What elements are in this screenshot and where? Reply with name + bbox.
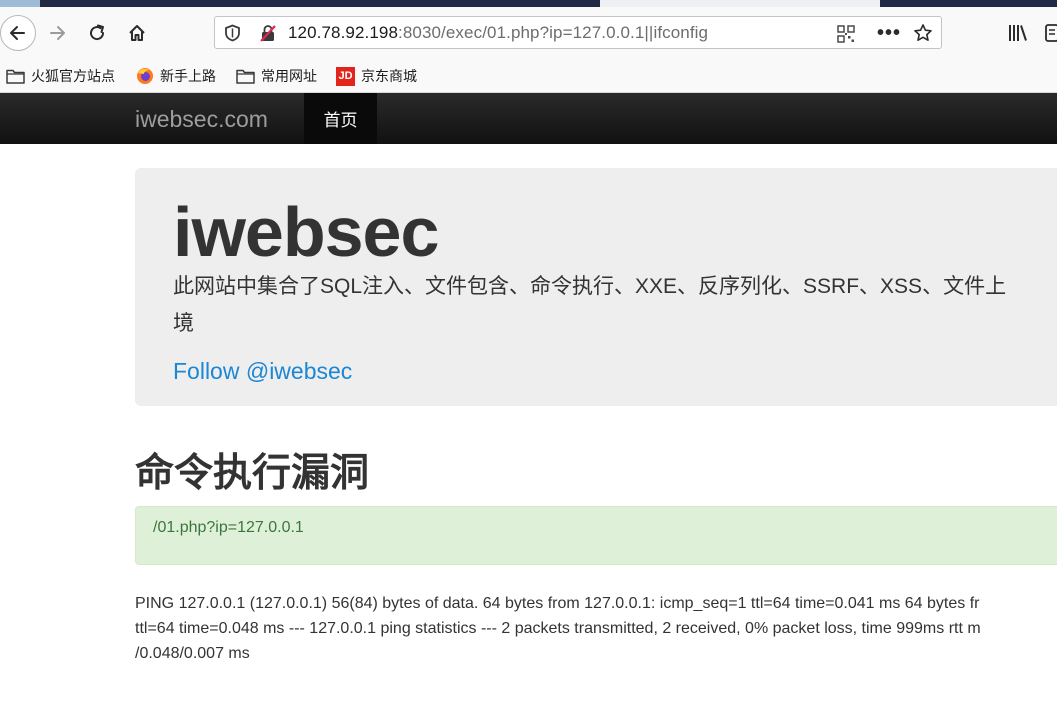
nav-item-home[interactable]: 首页 xyxy=(304,93,377,144)
jumbotron: iwebsec 此网站中集合了SQL注入、文件包含、命令执行、XXE、反序列化、… xyxy=(135,168,1057,406)
insecure-lock-icon[interactable] xyxy=(258,23,278,43)
site-navbar: iwebsec.com 首页 xyxy=(0,93,1057,144)
bookmark-item[interactable]: JD 京东商城 xyxy=(336,65,417,87)
forward-button[interactable] xyxy=(42,18,72,48)
follow-link[interactable]: Follow @iwebsec xyxy=(173,358,352,385)
tab-strip xyxy=(0,0,1057,7)
shield-icon[interactable] xyxy=(224,24,241,42)
forward-arrow-icon xyxy=(50,26,65,40)
tab-strip-segment[interactable] xyxy=(880,0,1057,7)
tab-strip-segment[interactable] xyxy=(40,0,600,7)
command-output: PING 127.0.0.1 (127.0.0.1) 56(84) bytes … xyxy=(135,591,1057,666)
description-line: 境 xyxy=(173,312,194,335)
back-arrow-icon xyxy=(10,26,25,40)
bookmark-item[interactable]: 常用网址 xyxy=(236,65,317,87)
jumbotron-title: iwebsec xyxy=(173,193,439,271)
url-path: :8030/exec/01.php?ip=127.0.0.1||ifconfig xyxy=(398,23,709,42)
browser-toolbar: 120.78.92.198:8030/exec/01.php?ip=127.0.… xyxy=(0,7,1057,59)
output-line: /0.048/0.007 ms xyxy=(135,645,250,662)
bookmarks-toolbar: 火狐官方站点 新手上路 常用网址 JD 京东商城 xyxy=(0,59,1057,93)
qr-code-icon[interactable] xyxy=(837,25,855,43)
url-host: 120.78.92.198 xyxy=(288,23,399,42)
bookmark-label: 常用网址 xyxy=(261,68,317,84)
back-button[interactable] xyxy=(0,15,36,51)
nav-item-label: 首页 xyxy=(323,111,358,130)
url-bar[interactable]: 120.78.92.198:8030/exec/01.php?ip=127.0.… xyxy=(214,16,942,49)
bookmark-item[interactable]: 火狐官方站点 xyxy=(6,65,115,87)
jumbotron-description: 此网站中集合了SQL注入、文件包含、命令执行、XXE、反序列化、SSRF、XSS… xyxy=(173,268,1057,342)
reload-icon xyxy=(90,24,105,41)
section-title: 命令执行漏洞 xyxy=(135,452,370,495)
folder-icon xyxy=(236,69,255,84)
tab-strip-segment[interactable] xyxy=(0,0,40,7)
bookmark-item[interactable]: 新手上路 xyxy=(136,65,216,87)
library-icon[interactable] xyxy=(1008,24,1030,42)
output-line: ttl=64 time=0.048 ms --- 127.0.0.1 ping … xyxy=(135,620,981,637)
active-tab[interactable] xyxy=(600,0,880,7)
page-actions-menu-icon[interactable]: ••• xyxy=(877,22,901,45)
folder-icon xyxy=(6,69,25,84)
jd-icon: JD xyxy=(336,66,355,86)
reader-view-icon[interactable] xyxy=(1045,24,1057,42)
bookmark-star-icon[interactable] xyxy=(913,23,933,43)
bookmark-label: 新手上路 xyxy=(160,68,216,84)
home-icon xyxy=(129,25,145,41)
home-button[interactable] xyxy=(122,18,152,48)
site-brand[interactable]: iwebsec.com xyxy=(135,106,268,133)
alert-text: /01.php?ip=127.0.0.1 xyxy=(153,519,304,536)
alert-success: /01.php?ip=127.0.0.1 xyxy=(135,506,1057,565)
bookmark-label: 京东商城 xyxy=(361,68,417,84)
description-line: 此网站中集合了SQL注入、文件包含、命令执行、XXE、反序列化、SSRF、XSS… xyxy=(173,275,1007,298)
output-line: PING 127.0.0.1 (127.0.0.1) 56(84) bytes … xyxy=(135,595,980,612)
bookmark-label: 火狐官方站点 xyxy=(31,68,115,84)
url-text[interactable]: 120.78.92.198:8030/exec/01.php?ip=127.0.… xyxy=(288,23,708,43)
reload-button[interactable] xyxy=(82,18,112,48)
firefox-icon xyxy=(137,68,153,84)
